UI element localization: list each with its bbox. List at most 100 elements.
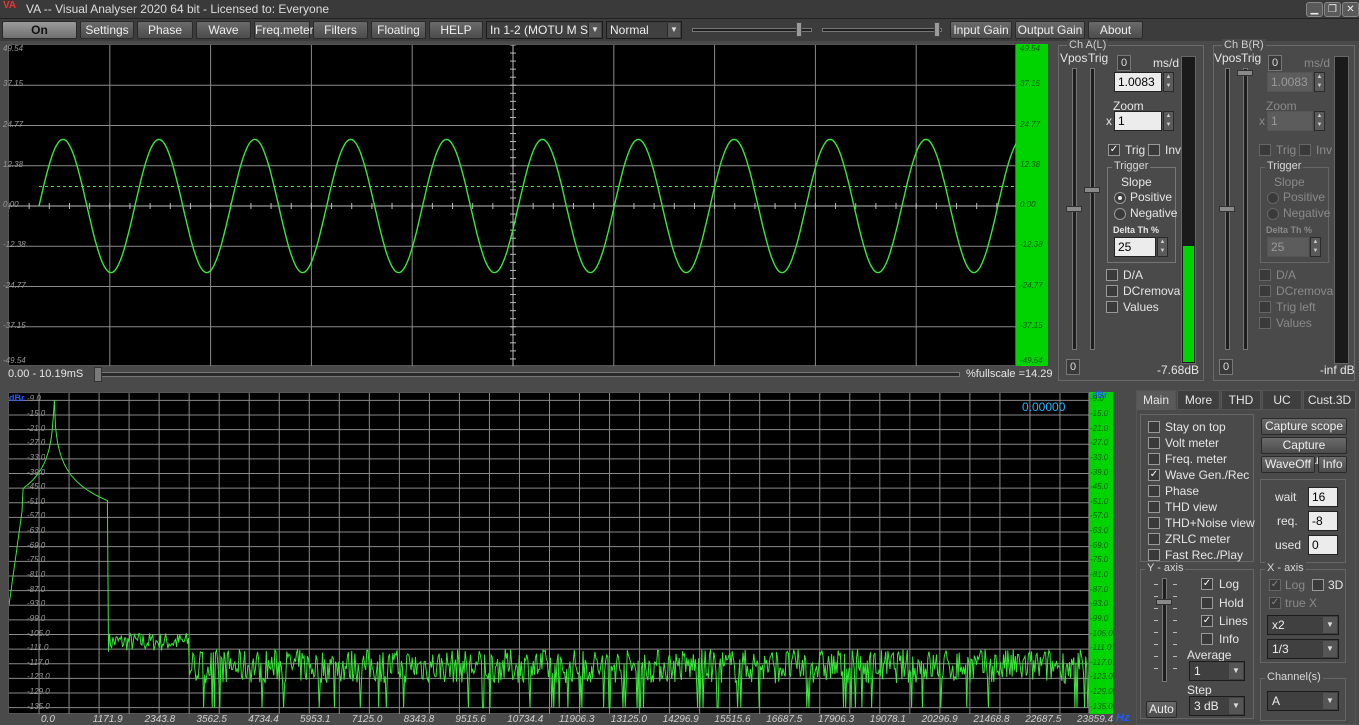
hold-checkbox[interactable] bbox=[1201, 597, 1213, 609]
inv-checkbox[interactable] bbox=[1299, 144, 1311, 156]
mode-select[interactable]: Normal ▼ bbox=[606, 21, 682, 39]
minimize-button[interactable]: ▁ bbox=[1306, 2, 1323, 17]
stay-on-top-checkbox[interactable] bbox=[1148, 421, 1160, 433]
floating-button[interactable]: Floating bbox=[371, 21, 426, 39]
time-scroll-thumb[interactable] bbox=[94, 367, 102, 382]
thd-noise-view-checkbox[interactable] bbox=[1148, 517, 1160, 529]
vpos-box[interactable]: 0 bbox=[1219, 359, 1233, 375]
positive-radio[interactable] bbox=[1114, 192, 1126, 204]
ms-box[interactable]: 0 bbox=[1117, 55, 1131, 71]
info-checkbox[interactable] bbox=[1201, 633, 1213, 645]
zrlc-meter-checkbox[interactable] bbox=[1148, 533, 1160, 545]
wave-button[interactable]: Wave bbox=[196, 21, 251, 39]
tab-main[interactable]: Main bbox=[1136, 390, 1176, 410]
vpos-slider[interactable] bbox=[1219, 68, 1235, 350]
slider-2-thumb[interactable] bbox=[933, 22, 940, 37]
y-axis-slider[interactable] bbox=[1156, 578, 1172, 682]
zoom-input[interactable]: 1 bbox=[1114, 111, 1162, 131]
oscilloscope-display[interactable] bbox=[8, 44, 1018, 368]
x-log-checkbox[interactable]: ✓ bbox=[1269, 579, 1281, 591]
slider-1-thumb[interactable] bbox=[795, 22, 802, 37]
slider-1[interactable] bbox=[692, 22, 812, 37]
trig-level-thumb[interactable] bbox=[1237, 70, 1253, 76]
info-button[interactable]: Info bbox=[1318, 456, 1347, 473]
ms-per-div-input[interactable]: 1.0083 bbox=[1114, 72, 1162, 92]
phase-checkbox[interactable] bbox=[1148, 485, 1160, 497]
positive-radio[interactable] bbox=[1267, 192, 1279, 204]
negative-radio[interactable] bbox=[1114, 208, 1126, 220]
trig-checkbox[interactable] bbox=[1259, 144, 1271, 156]
zoom-input[interactable]: 1 bbox=[1267, 111, 1313, 131]
ms-per-div-input[interactable]: 1.0083 bbox=[1267, 72, 1313, 92]
vpos-slider[interactable] bbox=[1066, 68, 1082, 350]
freq-meter-checkbox[interactable] bbox=[1148, 453, 1160, 465]
channel-select[interactable]: A ▼ bbox=[1267, 691, 1339, 711]
freqmeter-button[interactable]: Freq.meter bbox=[254, 21, 314, 39]
auto-button[interactable]: Auto bbox=[1146, 701, 1177, 718]
3d-checkbox[interactable] bbox=[1312, 579, 1324, 591]
restore-button[interactable]: ❐ bbox=[1324, 2, 1341, 17]
zoom-spin[interactable]: ▲ ▼ bbox=[1163, 111, 1174, 131]
vpos-slider-thumb[interactable] bbox=[1219, 206, 1235, 212]
settings-button[interactable]: Settings bbox=[80, 21, 134, 39]
zoom-spin[interactable]: ▲ ▼ bbox=[1314, 111, 1325, 131]
da-checkbox[interactable] bbox=[1106, 269, 1118, 281]
req-input[interactable]: -8 bbox=[1308, 511, 1338, 531]
tab-thd[interactable]: THD bbox=[1221, 390, 1261, 410]
trig-level-slider[interactable] bbox=[1084, 68, 1100, 350]
ms-spin[interactable]: ▲ ▼ bbox=[1163, 72, 1174, 92]
waveoff-button[interactable]: WaveOff bbox=[1261, 456, 1315, 473]
output-gain-button[interactable]: Output Gain bbox=[1015, 21, 1085, 39]
wave-gen-checkbox[interactable]: ✓ bbox=[1148, 469, 1160, 481]
input-gain-button[interactable]: Input Gain bbox=[950, 21, 1012, 39]
close-button[interactable]: ✕ bbox=[1342, 2, 1359, 17]
phase-button[interactable]: Phase bbox=[137, 21, 193, 39]
fast-rec-checkbox[interactable] bbox=[1148, 549, 1160, 561]
capture-scope-button[interactable]: Capture scope bbox=[1261, 418, 1347, 435]
delta-th-spin[interactable]: ▲ ▼ bbox=[1310, 237, 1321, 257]
negative-radio[interactable] bbox=[1267, 208, 1279, 220]
used-input[interactable]: 0 bbox=[1308, 535, 1338, 555]
trig-level-thumb[interactable] bbox=[1084, 187, 1100, 193]
help-button[interactable]: HELP bbox=[429, 21, 483, 39]
da-checkbox[interactable] bbox=[1259, 269, 1271, 281]
trig-label: Trig bbox=[1241, 51, 1262, 65]
trig-left-checkbox[interactable] bbox=[1259, 301, 1271, 313]
input-device-select[interactable]: In 1-2 (MOTU M Seri ▼ bbox=[486, 21, 603, 39]
capture-spectrum-button[interactable]: Capture spectrum bbox=[1261, 437, 1347, 467]
trig-checkbox[interactable]: ✓ bbox=[1108, 144, 1120, 156]
log-checkbox[interactable]: ✓ bbox=[1201, 578, 1213, 590]
ms-box[interactable]: 0 bbox=[1268, 55, 1282, 71]
vpos-box[interactable]: 0 bbox=[1066, 359, 1080, 375]
time-scrollbar[interactable] bbox=[94, 367, 960, 382]
ms-spin[interactable]: ▲ ▼ bbox=[1314, 72, 1325, 92]
y-axis-slider-thumb[interactable] bbox=[1156, 599, 1172, 605]
spectrum-display[interactable] bbox=[8, 392, 1091, 715]
step-select[interactable]: 3 dB ▼ bbox=[1189, 696, 1245, 716]
true-x-checkbox[interactable]: ✓ bbox=[1269, 597, 1281, 609]
dcremoval-checkbox[interactable] bbox=[1106, 285, 1118, 297]
filters-button[interactable]: Filters bbox=[313, 21, 368, 39]
on-button[interactable]: On bbox=[2, 21, 77, 39]
tab-cust3d[interactable]: Cust.3D bbox=[1303, 390, 1356, 410]
thd-view-checkbox[interactable] bbox=[1148, 501, 1160, 513]
tab-uc[interactable]: UC bbox=[1262, 390, 1302, 410]
wait-input[interactable]: 16 bbox=[1308, 487, 1338, 507]
vpos-slider-thumb[interactable] bbox=[1066, 206, 1082, 212]
trig-level-slider[interactable] bbox=[1237, 68, 1253, 350]
inv-checkbox[interactable] bbox=[1148, 144, 1160, 156]
delta-th-input[interactable]: 25 bbox=[1114, 237, 1156, 257]
delta-th-spin[interactable]: ▲ ▼ bbox=[1157, 237, 1168, 257]
values-checkbox[interactable] bbox=[1106, 301, 1118, 313]
dcremoval-checkbox[interactable] bbox=[1259, 285, 1271, 297]
about-button[interactable]: About bbox=[1088, 21, 1143, 39]
tab-more[interactable]: More bbox=[1177, 390, 1220, 410]
delta-th-input[interactable]: 25 bbox=[1267, 237, 1309, 257]
lines-checkbox[interactable]: ✓ bbox=[1201, 615, 1213, 627]
x-scale-select[interactable]: x2 ▼ bbox=[1267, 615, 1339, 635]
values-checkbox[interactable] bbox=[1259, 317, 1271, 329]
x-fraction-select[interactable]: 1/3 ▼ bbox=[1267, 639, 1339, 659]
average-select[interactable]: 1 ▼ bbox=[1189, 661, 1245, 681]
slider-2[interactable] bbox=[822, 22, 942, 37]
volt-meter-checkbox[interactable] bbox=[1148, 437, 1160, 449]
